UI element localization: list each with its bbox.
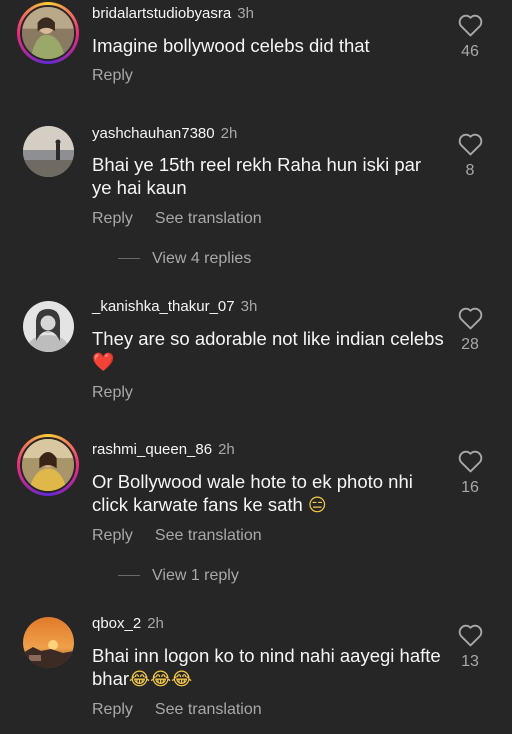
avatar-image: [22, 439, 74, 491]
comment-emoji: 😂😂😂: [129, 669, 193, 690]
like-button[interactable]: 46: [452, 14, 488, 61]
comment-username[interactable]: rashmi_queen_86: [92, 441, 212, 458]
heart-outline-icon: [458, 14, 482, 37]
replies-divider: [118, 575, 140, 577]
comment-time: 3h: [237, 5, 254, 22]
comment-text: Or Bollywood wale hote to ek photo nhi c…: [92, 470, 444, 517]
comment-text: Bhai inn logon ko to nind nahi aayegi ha…: [92, 644, 444, 691]
like-button[interactable]: 13: [452, 624, 488, 671]
avatar[interactable]: [23, 126, 74, 177]
heart-outline-icon: [458, 450, 482, 473]
comments-screen: bridalartstudiobyasra 3h Imagine bollywoo…: [0, 0, 512, 734]
like-button[interactable]: 28: [452, 307, 488, 354]
comment-text: Bhai ye 15th reel rekh Raha hun iski par…: [92, 154, 422, 198]
comment-time: 3h: [240, 298, 258, 315]
comment-username[interactable]: qbox_2: [92, 615, 141, 632]
comment-username[interactable]: bridalartstudiobyasra: [92, 5, 231, 22]
comment-time: 2h: [220, 125, 238, 142]
avatar-image: [23, 301, 74, 352]
like-button[interactable]: 8: [452, 133, 488, 180]
avatar[interactable]: [23, 617, 74, 668]
see-translation-button[interactable]: See translation: [155, 527, 262, 544]
comment-text: Imagine bollywood celebs did that: [92, 35, 370, 56]
like-count: 46: [461, 43, 479, 60]
avatar[interactable]: [23, 301, 74, 352]
see-translation-button[interactable]: See translation: [155, 210, 262, 227]
view-replies-label: View 4 replies: [152, 250, 252, 267]
avatar-image: [23, 617, 74, 668]
avatar[interactable]: [17, 434, 79, 496]
like-count: 16: [461, 479, 479, 496]
avatar-image: [23, 126, 74, 177]
reply-button[interactable]: Reply: [92, 384, 133, 401]
reply-button[interactable]: Reply: [92, 210, 133, 227]
comment-text-body: They are so adorable not like indian cel…: [92, 328, 444, 349]
reply-button[interactable]: Reply: [92, 67, 133, 84]
replies-divider: [118, 258, 140, 260]
avatar-image: [22, 7, 74, 59]
comment-time: 2h: [218, 441, 235, 458]
comment-time: 2h: [147, 615, 164, 632]
heart-outline-icon: [458, 133, 482, 156]
avatar[interactable]: [17, 2, 79, 64]
comment-username[interactable]: yashchauhan7380: [92, 125, 215, 142]
comment-username[interactable]: _kanishka_thakur_07: [92, 298, 235, 315]
comment-text-body: Or Bollywood wale hote to ek photo nhi c…: [92, 471, 413, 515]
reply-button[interactable]: Reply: [92, 701, 133, 718]
heart-outline-icon: [458, 624, 482, 647]
comment-text: They are so adorable not like indian cel…: [92, 327, 444, 374]
like-count: 28: [461, 336, 479, 353]
view-replies-button[interactable]: View 1 reply: [118, 567, 239, 585]
comment-emoji: 😑: [307, 495, 327, 516]
like-count: 13: [461, 653, 479, 670]
heart-outline-icon: [458, 307, 482, 330]
comment-emoji: ❤️: [92, 352, 115, 373]
like-count: 8: [465, 162, 475, 179]
like-button[interactable]: 16: [452, 450, 488, 497]
see-translation-button[interactable]: See translation: [155, 701, 262, 718]
view-replies-button[interactable]: View 4 replies: [118, 250, 251, 268]
view-replies-label: View 1 reply: [152, 567, 239, 584]
reply-button[interactable]: Reply: [92, 527, 133, 544]
